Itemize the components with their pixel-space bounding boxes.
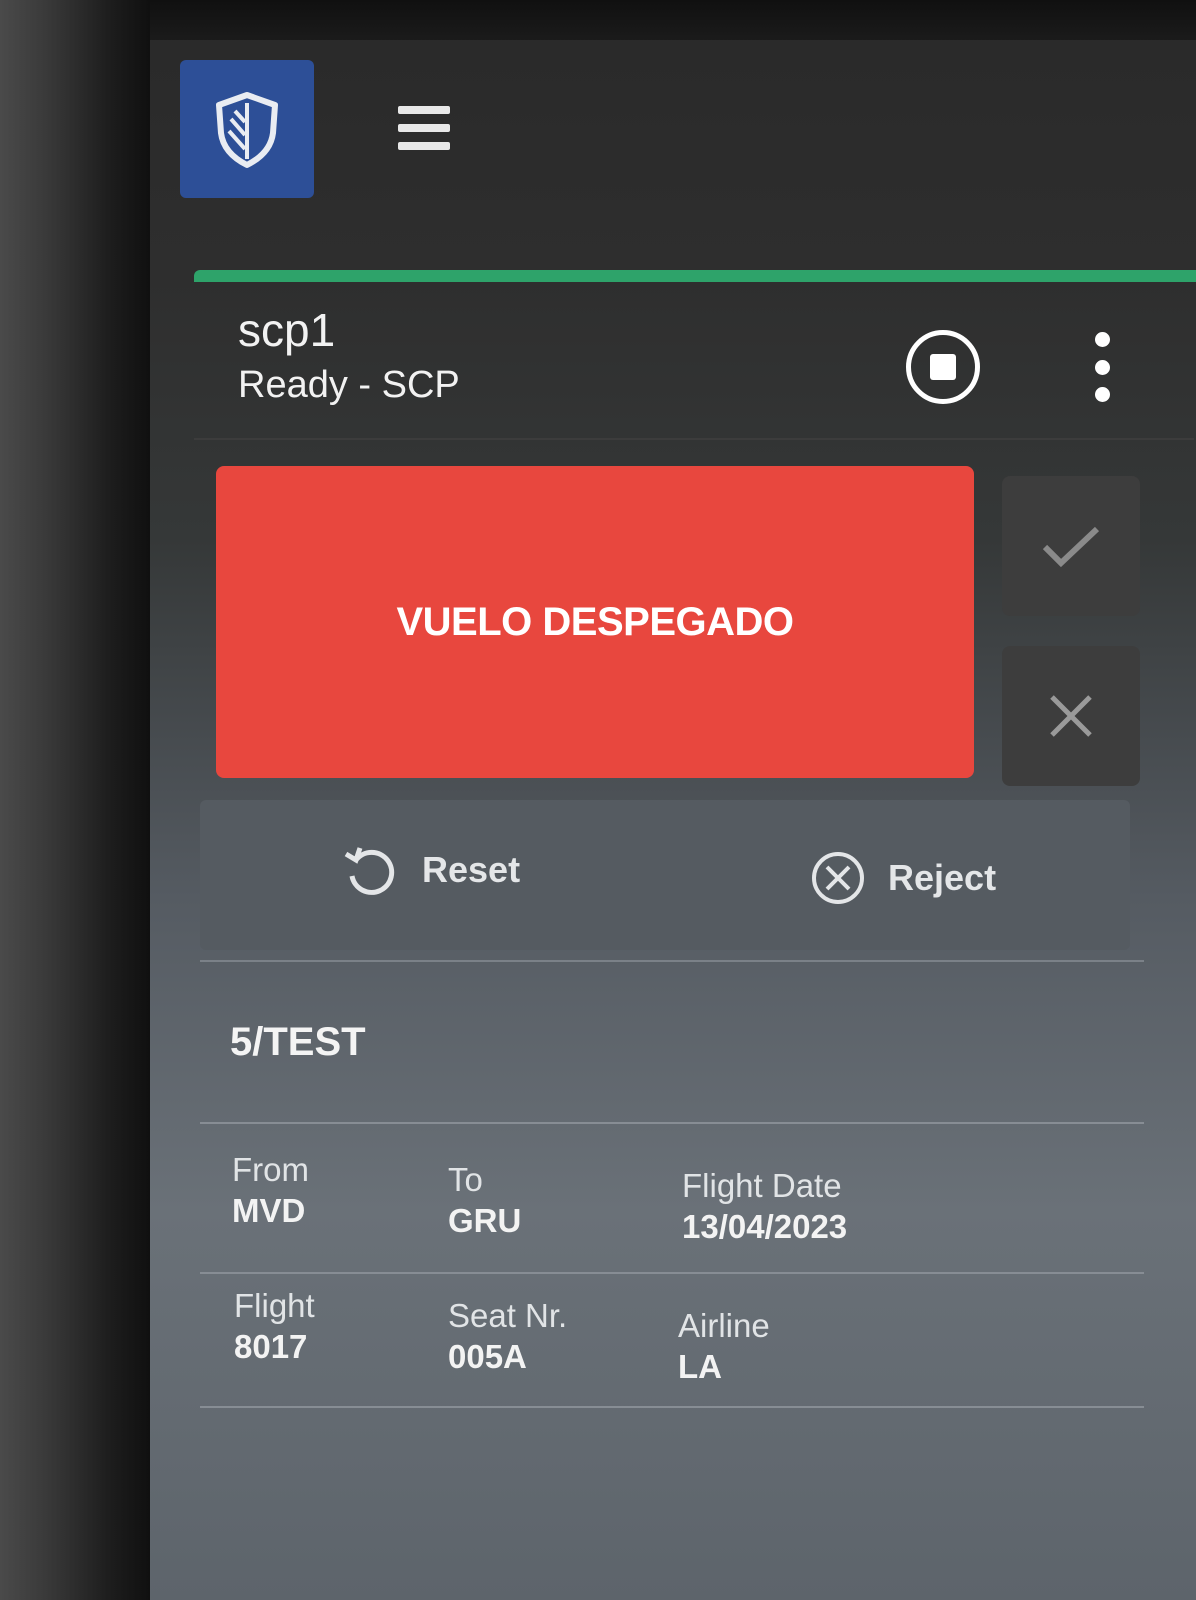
reject-circle-icon [812, 852, 864, 904]
stop-icon [930, 354, 956, 380]
reset-label: Reset [422, 849, 521, 890]
reject-button[interactable]: Reject [810, 850, 996, 906]
check-icon [1042, 526, 1100, 568]
airline-value: LA [678, 1348, 722, 1385]
flight-date-label: Flight Date [682, 1167, 842, 1204]
row-divider [200, 1272, 1144, 1274]
flight-field: Flight 8017 [234, 1286, 315, 1368]
to-label: To [448, 1161, 483, 1198]
reset-button[interactable]: Reset [340, 840, 520, 900]
from-field: From MVD [232, 1150, 309, 1232]
row-divider [200, 1122, 1144, 1124]
alert-banner: VUELO DESPEGADO [216, 466, 974, 778]
row-divider [200, 1406, 1144, 1408]
confirm-button[interactable] [1002, 476, 1140, 616]
device-status: Ready - SCP [238, 364, 460, 406]
hamburger-menu-icon[interactable] [398, 106, 450, 150]
airline-label: Airline [678, 1307, 770, 1344]
passenger-name: 5/TEST [230, 1020, 366, 1064]
alert-message: VUELO DESPEGADO [396, 599, 794, 644]
seat-field: Seat Nr. 005A [448, 1296, 567, 1378]
stop-button[interactable] [906, 330, 980, 404]
more-vert-icon[interactable] [1090, 332, 1114, 402]
close-icon [1050, 695, 1092, 737]
status-progress-bar [194, 270, 1196, 282]
seat-label: Seat Nr. [448, 1297, 568, 1334]
from-label: From [232, 1151, 309, 1188]
action-bar: Reset Reject [200, 800, 1130, 950]
cancel-button[interactable] [1002, 646, 1140, 786]
flight-date-field: Flight Date 13/04/2023 [682, 1166, 847, 1248]
to-value: GRU [448, 1202, 522, 1239]
device-bezel-left [0, 0, 150, 1600]
section-divider [200, 960, 1144, 962]
from-value: MVD [232, 1192, 306, 1229]
app-logo [180, 60, 314, 198]
app-screen: scp1 Ready - SCP VUELO DESPEGADO Reset R… [150, 40, 1196, 1600]
airline-field: Airline LA [678, 1306, 770, 1388]
device-name: scp1 [238, 304, 336, 356]
flight-date-value: 13/04/2023 [682, 1208, 848, 1245]
seat-value: 005A [448, 1338, 527, 1375]
to-field: To GRU [448, 1160, 521, 1242]
flight-value: 8017 [234, 1328, 308, 1365]
header-divider [194, 438, 1194, 440]
shield-icon [216, 92, 278, 168]
reset-icon [344, 847, 395, 895]
flight-label: Flight [234, 1287, 315, 1324]
reject-label: Reject [888, 857, 997, 898]
